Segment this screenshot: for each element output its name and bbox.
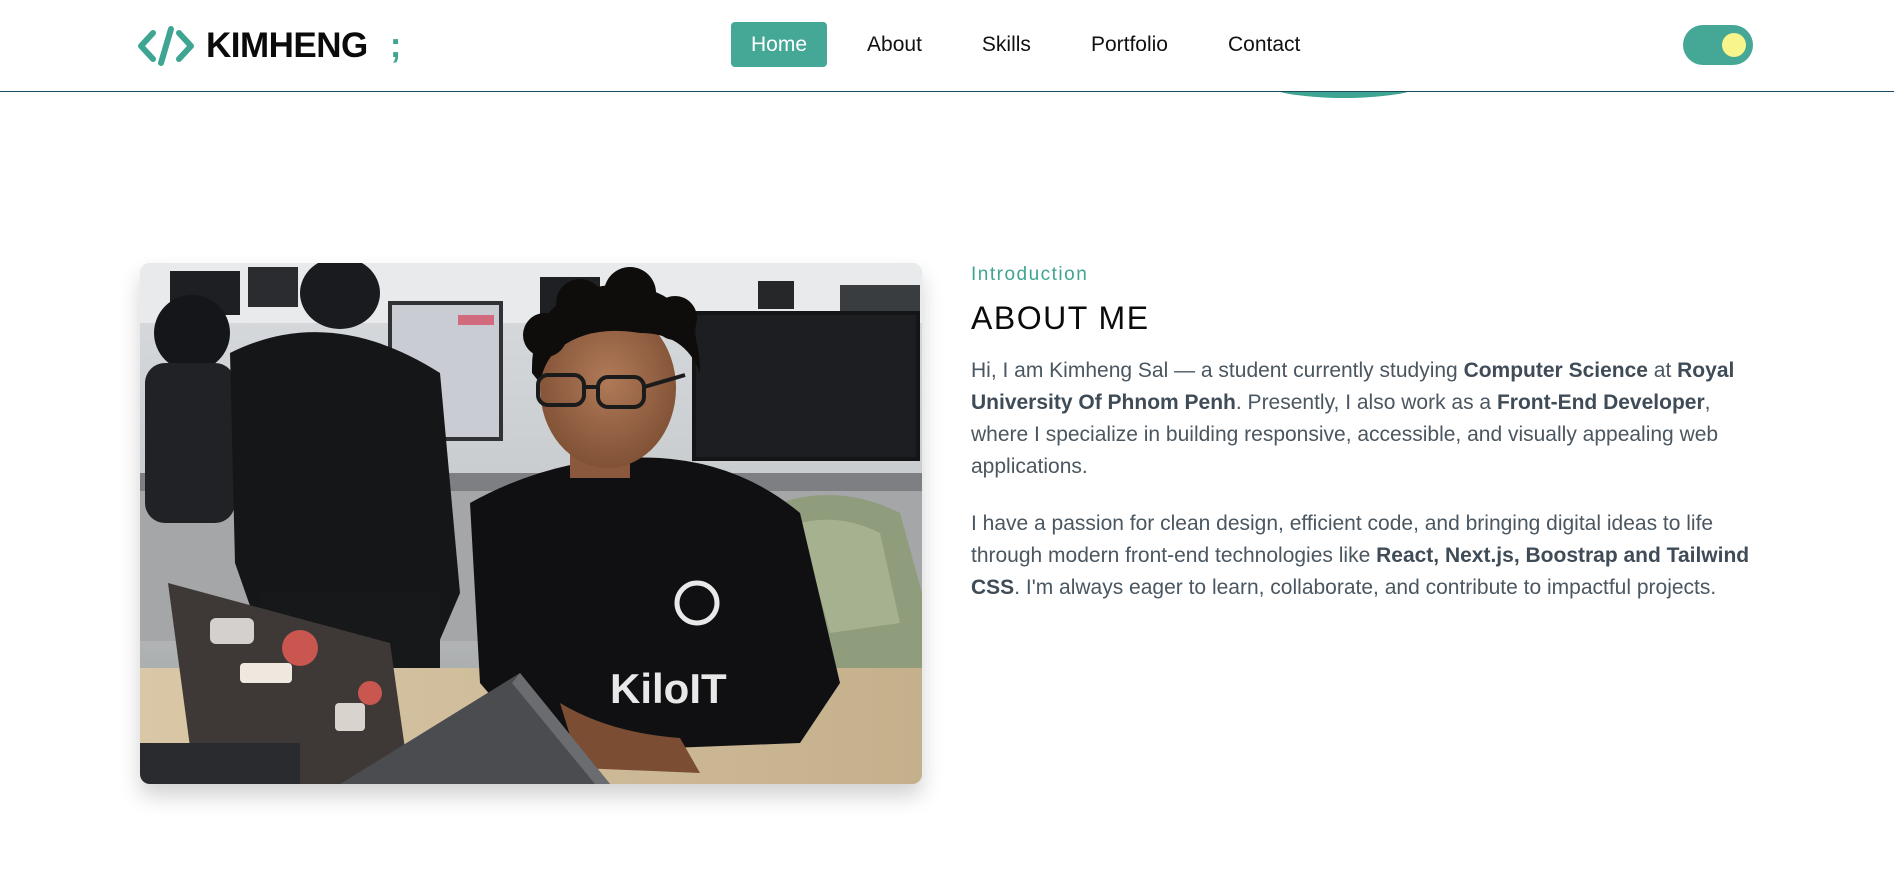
- nav-about[interactable]: About: [847, 22, 942, 67]
- nav-contact[interactable]: Contact: [1208, 22, 1320, 67]
- nav-portfolio[interactable]: Portfolio: [1071, 22, 1188, 67]
- person-at-laptop-photo: KiloIT: [140, 263, 922, 784]
- page: KIMHENG ; Home About Skills Portfolio Co…: [0, 0, 1894, 874]
- theme-toggle[interactable]: [1683, 25, 1753, 65]
- main-nav: Home About Skills Portfolio Contact: [731, 22, 1340, 67]
- sun-icon: [1722, 33, 1746, 57]
- brand-semicolon: ;: [389, 26, 402, 65]
- about-section: Introduction ABOUT ME Hi, I am Kimheng S…: [971, 262, 1751, 604]
- nav-home[interactable]: Home: [731, 22, 828, 67]
- section-title: ABOUT ME: [971, 300, 1150, 336]
- about-photo: KiloIT: [140, 263, 922, 784]
- nav-skills[interactable]: Skills: [962, 22, 1051, 67]
- section-eyebrow: Introduction: [971, 264, 1089, 285]
- brand-name: KIMHENG: [206, 26, 368, 65]
- about-paragraph-1: Hi, I am Kimheng Sal — a student current…: [971, 359, 1735, 478]
- code-brackets-icon: [138, 26, 194, 66]
- brand-logo[interactable]: KIMHENG ;: [138, 24, 401, 68]
- about-paragraph-2: I have a passion for clean design, effic…: [971, 512, 1750, 599]
- shirt-text: KiloIT: [610, 665, 727, 712]
- navbar: KIMHENG ; Home About Skills Portfolio Co…: [0, 0, 1894, 92]
